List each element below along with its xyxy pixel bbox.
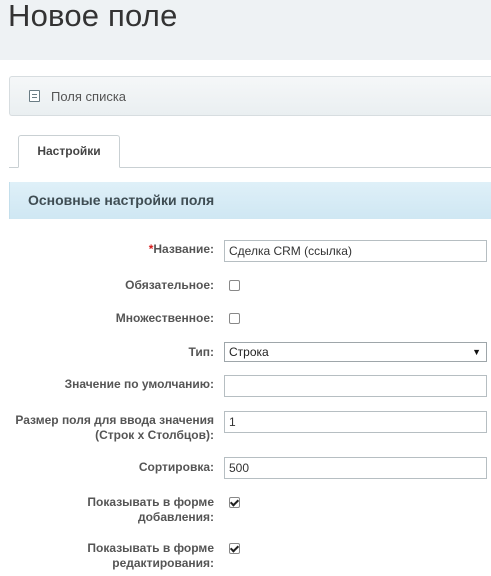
show-add-label-line2: добавления:	[137, 510, 214, 524]
list-fields-link[interactable]: Поля списка	[9, 76, 491, 116]
multiple-checkbox[interactable]	[229, 313, 240, 324]
page-header: Новое поле	[0, 0, 491, 60]
type-select-value: Строка	[229, 345, 269, 359]
show-edit-label: Показывать в форме редактирования:	[87, 541, 214, 571]
list-icon	[29, 90, 40, 102]
name-label-text: Название:	[153, 242, 214, 256]
size-label-line1: Размер поля для ввода значения	[15, 413, 214, 427]
list-fields-label: Поля списка	[51, 89, 127, 104]
size-label: Размер поля для ввода значения (Строк х …	[15, 413, 214, 443]
show-add-checkbox[interactable]	[229, 497, 240, 508]
section-title: Основные настройки поля	[28, 192, 215, 208]
show-add-label-line1: Показывать в форме	[87, 495, 214, 509]
tab-settings[interactable]: Настройки	[18, 135, 120, 168]
default-value-label: Значение по умолчанию:	[64, 377, 214, 391]
sort-input[interactable]	[224, 457, 487, 479]
show-add-label: Показывать в форме добавления:	[87, 495, 214, 525]
show-edit-checkbox[interactable]	[229, 543, 240, 554]
section-header: Основные настройки поля	[9, 182, 491, 219]
multiple-label: Множественное:	[115, 311, 214, 325]
show-edit-label-line2: редактирования:	[112, 556, 214, 570]
size-label-line2: (Строк х Столбцов):	[95, 428, 214, 442]
name-label: *Название:	[149, 242, 214, 257]
required-label: Обязательное:	[125, 278, 214, 292]
page-title: Новое поле	[8, 0, 178, 33]
sort-label: Сортировка:	[138, 460, 214, 474]
type-label: Тип:	[188, 345, 215, 359]
default-value-input[interactable]	[224, 375, 487, 397]
size-input[interactable]	[224, 411, 487, 433]
required-checkbox[interactable]	[229, 280, 240, 291]
type-select[interactable]: Строка ▼	[224, 342, 487, 362]
dropdown-arrow-icon: ▼	[472, 347, 481, 357]
name-input[interactable]	[224, 240, 487, 262]
show-edit-label-line1: Показывать в форме	[87, 541, 214, 555]
